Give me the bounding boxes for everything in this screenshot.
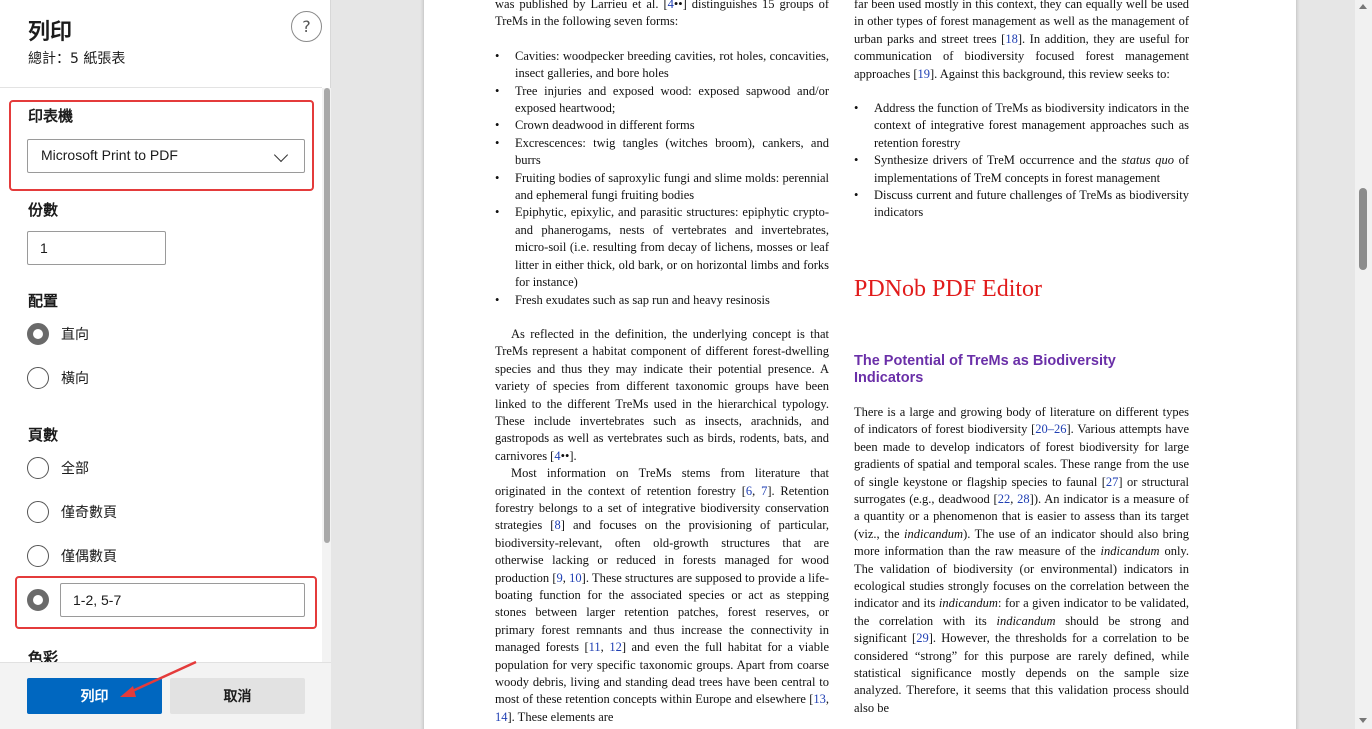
italic-text: indicandum	[904, 526, 964, 541]
pages-all-label: 全部	[61, 461, 89, 477]
list-item: Address the function of TreMs as biodive…	[854, 100, 1189, 152]
pages-even-option[interactable]: 僅偶數頁	[27, 544, 117, 568]
left-paragraph-2: Most information on TreMs stems from lit…	[495, 465, 829, 726]
text-run: As reflected in the definition, the unde…	[495, 326, 829, 463]
citation-link[interactable]: 12	[609, 640, 622, 654]
list-item: Cavities: woodpecker breeding cavities, …	[495, 48, 829, 83]
citation-link[interactable]: 20–26	[1035, 422, 1066, 436]
pages-even-label: 僅偶數頁	[61, 549, 117, 565]
help-button[interactable]: ?	[291, 11, 322, 42]
citation-link[interactable]: 10	[569, 571, 582, 585]
panel-scrollbar[interactable]	[322, 88, 331, 662]
text-run: ••].	[560, 448, 577, 463]
list-item: Discuss current and future challenges of…	[854, 187, 1189, 222]
text-run: was published by Larrieu et al. [	[495, 0, 668, 11]
left-paragraph-1: As reflected in the definition, the unde…	[495, 326, 829, 465]
text-run: Address the function of TreMs as biodive…	[874, 101, 1189, 150]
preview-scrollbar[interactable]	[1355, 0, 1372, 729]
citation-link[interactable]: 22	[998, 492, 1011, 506]
list-item: Fresh exudates such as sap run and heavy…	[495, 292, 829, 310]
right-paragraph-1: There is a large and growing body of lit…	[854, 404, 1189, 717]
question-mark-icon: ?	[302, 17, 311, 36]
brand-watermark-text: PDNob PDF Editor	[854, 275, 1043, 302]
list-item: Synthesize drivers of TreM occurrence an…	[854, 152, 1189, 187]
italic-text: status quo	[1121, 153, 1174, 168]
pages-odd-label: 僅奇數頁	[61, 505, 117, 521]
copies-input[interactable]: 1	[27, 231, 166, 265]
page-right-column: far been used mostly in this context, th…	[854, 0, 1189, 717]
layout-label: 配置	[28, 292, 59, 310]
layout-landscape-option[interactable]: 橫向	[27, 366, 89, 390]
italic-text: indicandum	[996, 613, 1056, 628]
left-intro-paragraph: was published by Larrieu et al. [4••] di…	[495, 0, 829, 31]
italic-text: indicandum	[1100, 544, 1160, 559]
layout-portrait-option[interactable]: 直向	[27, 322, 89, 346]
radio-checked[interactable]	[27, 589, 49, 611]
page-range-input[interactable]: 1-2, 5-7	[60, 583, 305, 617]
text-run: ]. Against this background, this review …	[930, 66, 1170, 81]
dialog-header: 列印 總計：5 紙張表 ?	[0, 0, 331, 84]
citation-link[interactable]: 27	[1106, 475, 1119, 489]
radio-unchecked[interactable]	[27, 457, 49, 479]
citation-link[interactable]: 18	[1005, 32, 1018, 46]
text-run: ,	[825, 692, 829, 707]
settings-scroll-area[interactable]: 印表機 Microsoft Print to PDF 份數 1 配置 直向 橫向…	[0, 88, 322, 662]
page-left-column: was published by Larrieu et al. [4••] di…	[495, 0, 829, 726]
print-dialog-panel: 列印 總計：5 紙張表 ? 印表機 Microsoft Print to PDF…	[0, 0, 331, 729]
printer-label: 印表機	[28, 107, 74, 125]
color-label: 色彩	[28, 649, 59, 662]
list-item: Epiphytic, epixylic, and parasitic struc…	[495, 204, 829, 291]
dialog-footer: 列印 取消	[0, 662, 331, 729]
radio-unchecked[interactable]	[27, 367, 49, 389]
list-item: Crown deadwood in different forms	[495, 117, 829, 135]
list-item: Fruiting bodies of saproxylic fungi and …	[495, 170, 829, 205]
radio-checked[interactable]	[27, 323, 49, 345]
radio-unchecked[interactable]	[27, 501, 49, 523]
preview-scrollbar-thumb[interactable]	[1359, 188, 1367, 270]
list-item: Tree injuries and exposed wood: exposed …	[495, 83, 829, 118]
italic-text: indicandum	[938, 596, 998, 611]
citation-link[interactable]: 19	[918, 67, 931, 81]
citation-link[interactable]: 11	[589, 640, 601, 654]
list-item: Excrescences: twig tangles (witches broo…	[495, 135, 829, 170]
right-bullet-list: Address the function of TreMs as biodive…	[854, 100, 1189, 222]
pages-label: 頁數	[28, 426, 59, 444]
section-heading: The Potential of TreMs as Biodiversity I…	[854, 352, 1116, 386]
layout-landscape-label: 橫向	[61, 371, 89, 387]
citation-link[interactable]: 29	[916, 631, 929, 645]
pages-custom-option[interactable]	[27, 588, 49, 612]
citation-link[interactable]: 28	[1017, 492, 1030, 506]
printer-select[interactable]: Microsoft Print to PDF	[27, 139, 305, 173]
dialog-title: 列印	[28, 20, 73, 45]
print-preview-area[interactable]: was published by Larrieu et al. [4••] di…	[331, 0, 1355, 729]
preview-page: was published by Larrieu et al. [4••] di…	[424, 0, 1296, 729]
chevron-down-icon	[273, 147, 289, 163]
total-sheets-text: 總計：5 紙張表	[28, 51, 126, 67]
text-run: ]. These elements are	[507, 709, 614, 724]
citation-link[interactable]: 13	[813, 692, 826, 706]
pages-all-option[interactable]: 全部	[27, 456, 89, 480]
citation-link[interactable]: 14	[495, 710, 508, 724]
copies-label: 份數	[28, 201, 59, 219]
text-run: Synthesize drivers of TreM occurrence an…	[874, 153, 1122, 168]
layout-portrait-label: 直向	[61, 327, 89, 343]
radio-unchecked[interactable]	[27, 545, 49, 567]
cancel-button[interactable]: 取消	[170, 678, 305, 714]
left-bullet-list: Cavities: woodpecker breeding cavities, …	[495, 48, 829, 310]
panel-scrollbar-thumb[interactable]	[324, 88, 330, 543]
scroll-up-arrow-icon[interactable]	[1359, 4, 1367, 9]
scroll-down-arrow-icon[interactable]	[1359, 718, 1367, 723]
text-run: Discuss current and future challenges of…	[874, 188, 1189, 220]
text-run: ,	[752, 483, 762, 498]
right-intro-paragraph: far been used mostly in this context, th…	[854, 0, 1189, 83]
printer-select-value: Microsoft Print to PDF	[41, 147, 178, 163]
pages-odd-option[interactable]: 僅奇數頁	[27, 500, 117, 524]
print-button[interactable]: 列印	[27, 678, 162, 714]
